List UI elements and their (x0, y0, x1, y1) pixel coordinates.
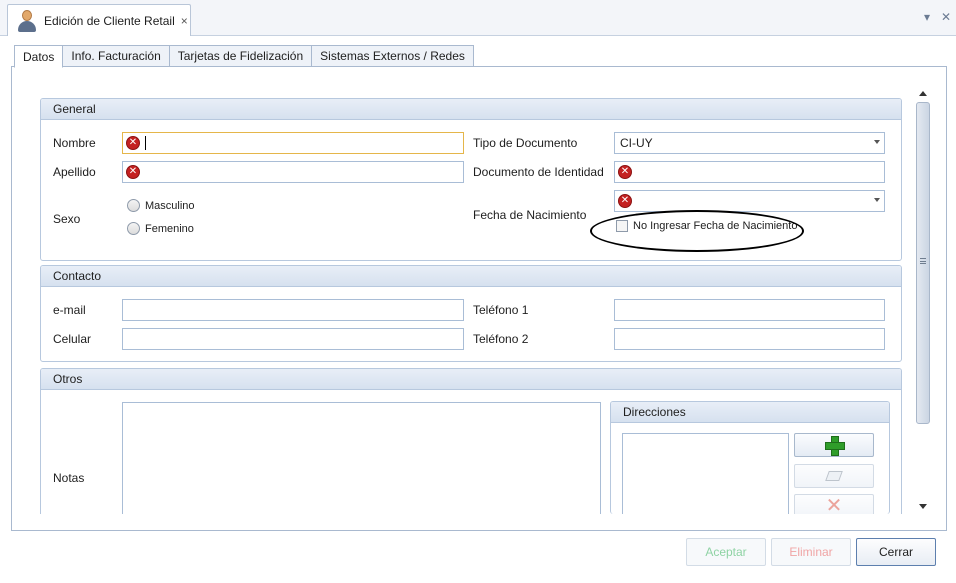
close-window-icon[interactable]: ✕ (941, 10, 951, 24)
radio-circle (127, 199, 140, 212)
celular-label: Celular (53, 332, 92, 346)
direcciones-list[interactable] (622, 433, 789, 514)
celular-input[interactable] (122, 328, 464, 350)
scroll-up-icon[interactable] (919, 91, 927, 96)
tab-info-facturacion[interactable]: Info. Facturación (63, 45, 170, 67)
tab-sistemas-externos[interactable]: Sistemas Externos / Redes (312, 45, 474, 67)
radio-circle (127, 222, 140, 235)
no-fecha-checkbox[interactable]: No Ingresar Fecha de Nacimiento (616, 220, 797, 232)
fecha-nacimiento-label: Fecha de Nacimiento (473, 208, 587, 222)
tab-datos[interactable]: Datos (14, 45, 64, 68)
edit-direccion-button[interactable] (794, 464, 874, 488)
error-icon: ✕ (618, 194, 632, 208)
nombre-input[interactable]: ✕ (122, 132, 464, 154)
error-icon: ✕ (618, 165, 632, 179)
text-caret (145, 136, 146, 150)
scroll-down-icon[interactable] (919, 504, 927, 509)
delete-icon: ✕ (825, 495, 843, 514)
document-tab-title: Edición de Cliente Retail (44, 13, 175, 28)
fecha-nacimiento-picker[interactable]: ✕ (614, 190, 885, 212)
telefono2-label: Teléfono 2 (473, 332, 529, 346)
add-icon (825, 436, 845, 456)
otros-header: Otros (41, 369, 901, 390)
grip-icon (920, 258, 926, 264)
radio-femenino[interactable]: Femenino (127, 222, 194, 235)
checkbox-box (616, 220, 628, 232)
tipo-documento-value: CI-UY (620, 136, 653, 150)
apellido-input[interactable]: ✕ (122, 161, 464, 183)
tab-tarjetas-fidelizacion[interactable]: Tarjetas de Fidelización (169, 45, 313, 67)
page-tabs: Datos Info. Facturación Tarjetas de Fide… (14, 45, 474, 68)
error-icon: ✕ (126, 136, 140, 150)
nombre-label: Nombre (53, 136, 96, 150)
direcciones-group: Direcciones ✕ (610, 401, 890, 514)
add-direccion-button[interactable] (794, 433, 874, 457)
tipo-documento-select[interactable]: CI-UY (614, 132, 885, 154)
document-tab[interactable]: Edición de Cliente Retail × (7, 4, 191, 36)
documento-identidad-input[interactable]: ✕ (614, 161, 885, 183)
vertical-scrollbar[interactable] (914, 85, 932, 515)
contacto-header: Contacto (41, 266, 901, 287)
radio-masculino[interactable]: Masculino (127, 199, 195, 212)
scrollbar-thumb[interactable] (916, 102, 930, 424)
error-icon: ✕ (126, 165, 140, 179)
notas-label: Notas (53, 471, 85, 485)
radio-masculino-label: Masculino (145, 199, 195, 212)
edit-icon (825, 471, 843, 481)
dropdown-menu-icon[interactable]: ▾ (924, 10, 930, 24)
close-tab-icon[interactable]: × (181, 14, 188, 28)
email-label: e-mail (53, 303, 86, 317)
chevron-down-icon (874, 198, 880, 202)
telefono2-input[interactable] (614, 328, 885, 350)
sexo-label: Sexo (53, 212, 81, 226)
telefono1-label: Teléfono 1 (473, 303, 529, 317)
apellido-label: Apellido (53, 165, 96, 179)
aceptar-button[interactable]: Aceptar (686, 538, 766, 566)
delete-direccion-button[interactable]: ✕ (794, 494, 874, 514)
no-fecha-label: No Ingresar Fecha de Nacimiento (633, 220, 798, 232)
cerrar-button[interactable]: Cerrar (856, 538, 936, 566)
chevron-down-icon (874, 140, 880, 144)
direcciones-header: Direcciones (611, 402, 889, 423)
documento-identidad-label: Documento de Identidad (473, 165, 604, 179)
radio-femenino-label: Femenino (145, 222, 194, 235)
general-header: General (41, 99, 901, 120)
notas-textarea[interactable] (122, 402, 601, 514)
tipo-documento-label: Tipo de Documento (473, 136, 578, 150)
email-input[interactable] (122, 299, 464, 321)
user-icon (17, 9, 37, 32)
telefono1-input[interactable] (614, 299, 885, 321)
eliminar-button[interactable]: Eliminar (771, 538, 851, 566)
document-tab-strip: Edición de Cliente Retail × ▾ ✕ (0, 0, 956, 36)
